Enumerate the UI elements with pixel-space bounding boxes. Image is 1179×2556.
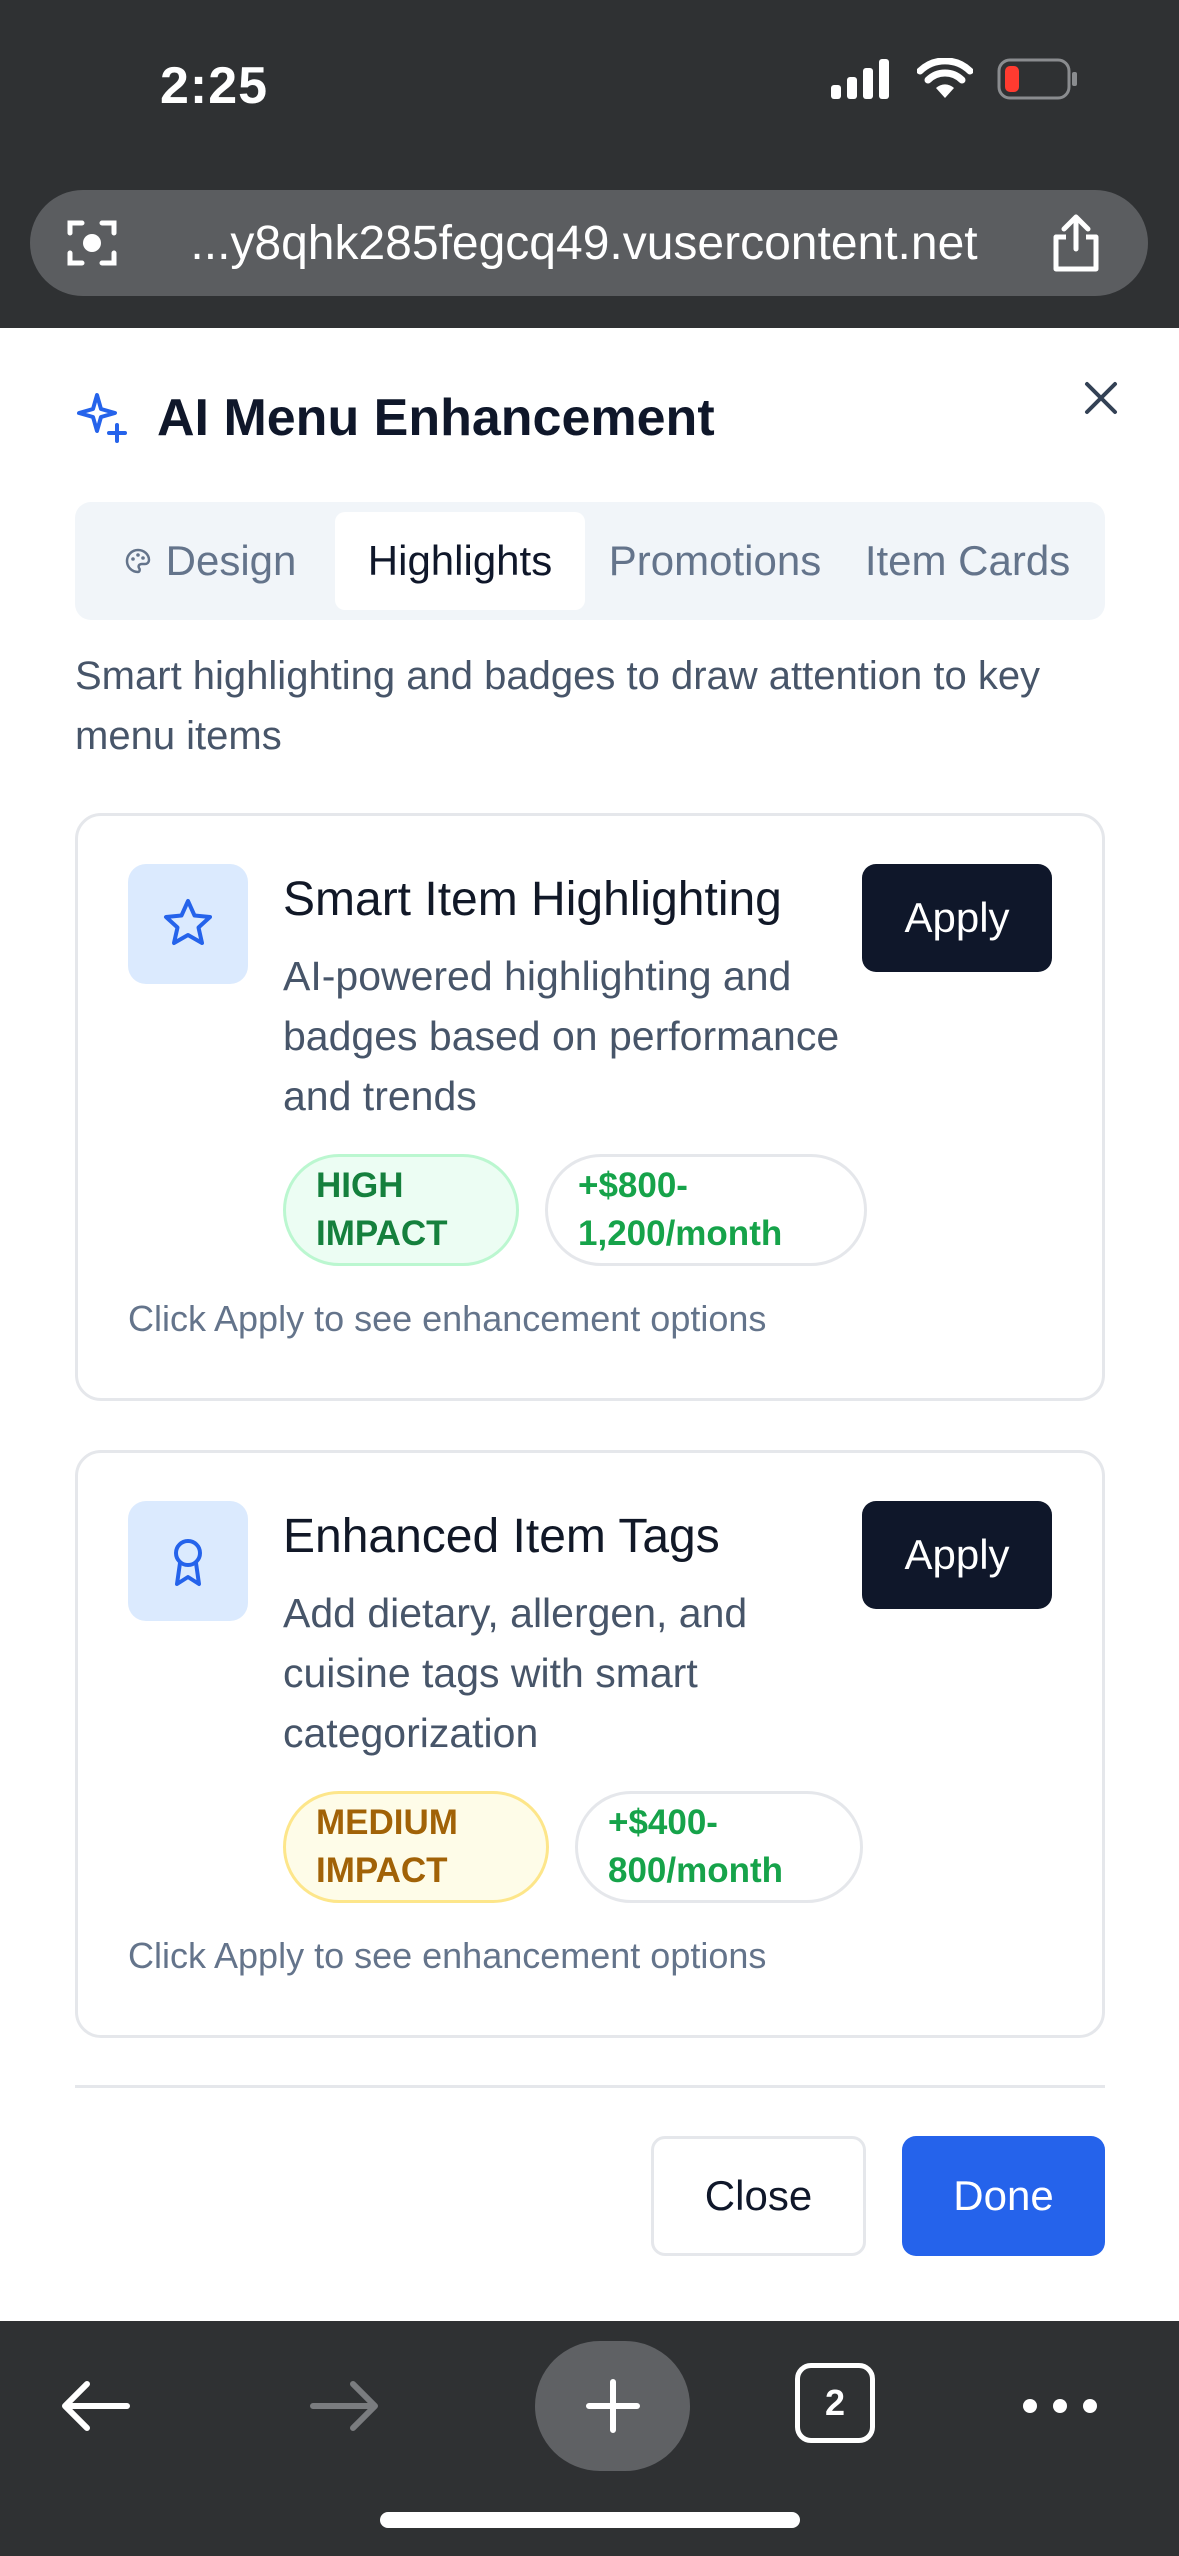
card-title: Enhanced Item Tags [283, 1510, 720, 1563]
card-hint: Click Apply to see enhancement options [128, 1298, 767, 1339]
share-icon[interactable] [1044, 211, 1108, 275]
modal-header: AI Menu Enhancement [75, 388, 715, 448]
more-options-icon[interactable] [1015, 2361, 1105, 2451]
tab-highlights[interactable]: Highlights [335, 512, 585, 610]
close-button[interactable]: Close [651, 2136, 866, 2256]
card-hint: Click Apply to see enhancement options [128, 1935, 767, 1976]
page-settings-icon[interactable] [60, 211, 124, 275]
award-icon [128, 1501, 248, 1621]
revenue-badge: +$400-800/month [575, 1791, 863, 1903]
tab-item-cards[interactable]: Item Cards [845, 512, 1090, 610]
battery-icon [997, 58, 1077, 100]
revenue-badge: +$800-1,200/month [545, 1154, 867, 1266]
impact-badge: HIGH IMPACT [283, 1154, 519, 1266]
enhancement-modal: AI Menu Enhancement Design Highlights Pr… [0, 328, 1179, 2321]
done-button[interactable]: Done [902, 2136, 1105, 2256]
tab-bar: Design Highlights Promotions Item Cards [75, 502, 1105, 620]
tab-switcher-button[interactable]: 2 [795, 2363, 875, 2443]
plus-icon [585, 2379, 640, 2433]
card-badges: MEDIUM IMPACT +$400-800/month [283, 1791, 863, 1903]
card-description: Add dietary, allergen, and cuisine tags … [283, 1590, 748, 1756]
wifi-icon [917, 58, 973, 98]
back-arrow-icon[interactable] [50, 2361, 140, 2451]
modal-title: AI Menu Enhancement [157, 389, 715, 447]
home-indicator [380, 2512, 800, 2528]
apply-button[interactable]: Apply [862, 1501, 1052, 1609]
impact-badge: MEDIUM IMPACT [283, 1791, 549, 1903]
card-description: AI-powered highlighting and badges based… [283, 953, 840, 1119]
tab-design[interactable]: Design [85, 512, 335, 610]
palette-icon [125, 548, 150, 574]
status-icons [831, 58, 1079, 100]
status-time: 2:25 [160, 57, 269, 115]
tab-promotions[interactable]: Promotions [585, 512, 845, 610]
cellular-signal-icon [831, 59, 889, 99]
tab-item-cards-label: Item Cards [864, 537, 1071, 584]
tab-promotions-label: Promotions [608, 537, 822, 584]
apply-button[interactable]: Apply [862, 864, 1052, 972]
status-bar: 2:25 [0, 0, 1179, 180]
star-icon [128, 864, 248, 984]
forward-arrow-icon[interactable] [300, 2361, 390, 2451]
close-icon[interactable] [1073, 370, 1129, 426]
enhancement-card-item-tags: Enhanced Item Tags Add dietary, allergen… [75, 1450, 1105, 2038]
new-tab-button[interactable] [535, 2341, 690, 2471]
section-description: Smart highlighting and badges to draw at… [75, 654, 1041, 758]
footer-divider [75, 2085, 1105, 2088]
tab-highlights-label: Highlights [367, 537, 553, 584]
card-title: Smart Item Highlighting [283, 873, 782, 926]
enhancement-card-smart-highlighting: Smart Item Highlighting AI-powered highl… [75, 813, 1105, 1401]
tab-design-label: Design [165, 537, 297, 584]
card-badges: HIGH IMPACT +$800-1,200/month [283, 1154, 867, 1266]
url-text[interactable]: ...y8qhk285fegcq49.vusercontent.net [124, 216, 1044, 271]
url-bar[interactable]: ...y8qhk285fegcq49.vusercontent.net [30, 190, 1148, 296]
sparkles-icon [77, 393, 127, 443]
